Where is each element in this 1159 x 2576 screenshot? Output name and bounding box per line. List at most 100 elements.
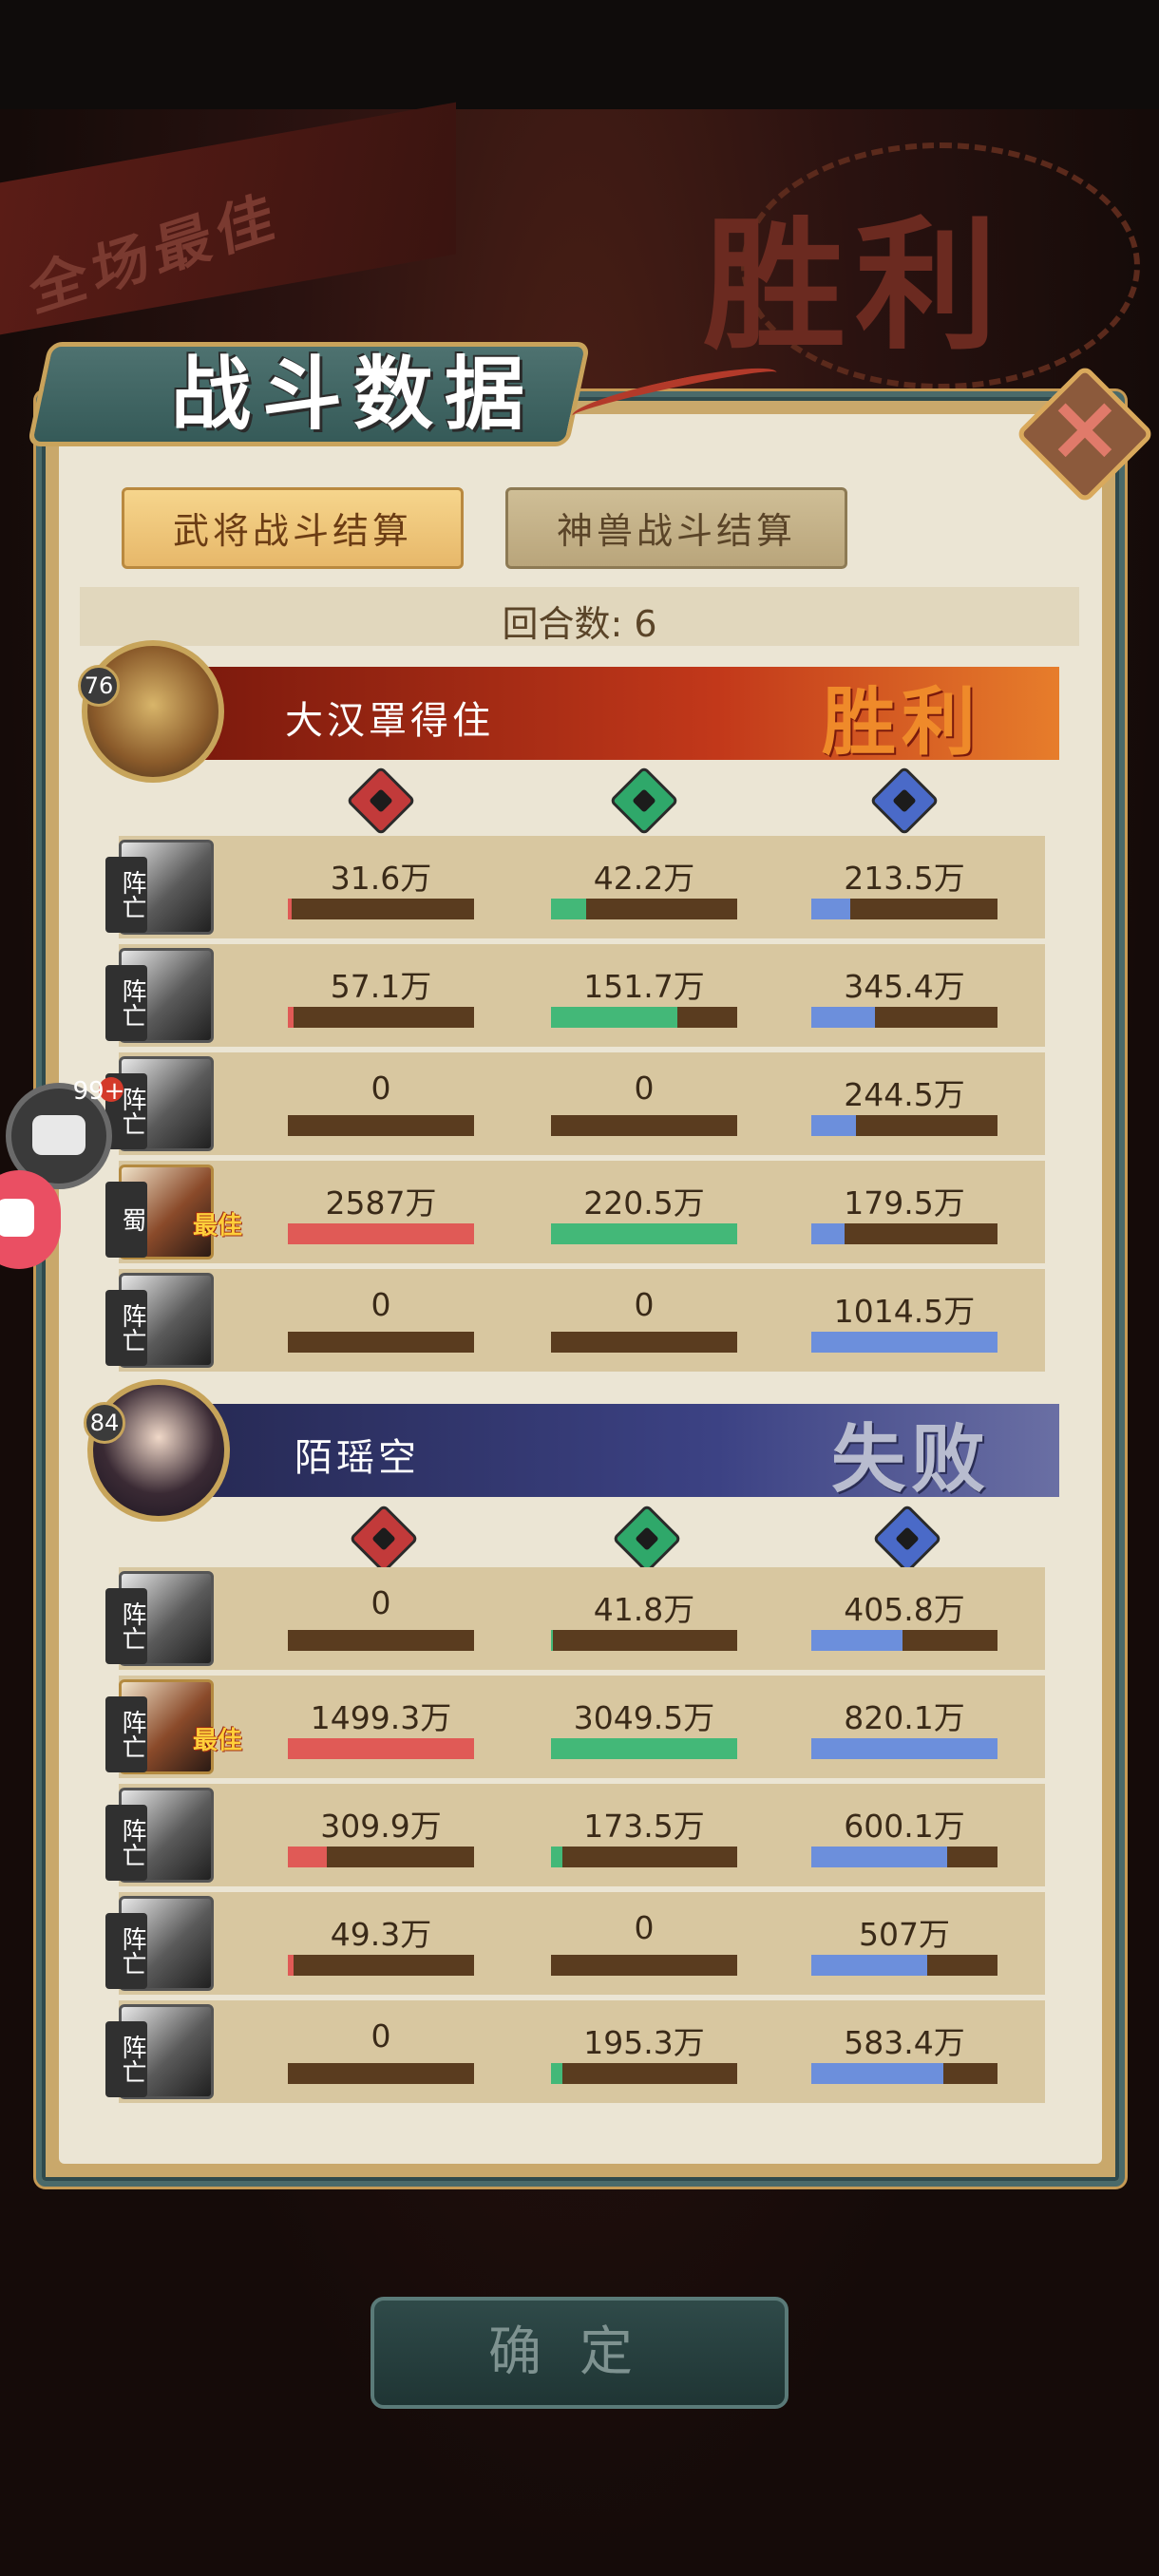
damage-bar bbox=[288, 1223, 474, 1244]
defense-bar bbox=[811, 1847, 998, 1867]
damage-bar-fill bbox=[288, 899, 292, 919]
damage-value: 0 bbox=[370, 1286, 391, 1323]
hero-stat-row: 阵亡 49.3万 0 507万 bbox=[105, 1892, 1045, 1995]
heal-bar bbox=[551, 899, 737, 919]
chat-count: 99+ bbox=[72, 1077, 125, 1106]
team-banner-winner: 大汉罩得住 胜利 bbox=[204, 667, 1059, 766]
hero-stat-row: 蜀 最佳 2587万 220.5万 179.5万 bbox=[105, 1161, 1045, 1263]
hero-stat-row: 阵亡 0 195.3万 583.4万 bbox=[105, 2000, 1045, 2103]
tab-hero-settlement[interactable]: 武将战斗结算 bbox=[122, 487, 464, 569]
team-result: 失败 bbox=[831, 1416, 992, 1503]
hero-status-tag: 阵亡 bbox=[105, 1290, 147, 1366]
hero-stat-row: 阵亡 0 0 244.5万 bbox=[105, 1052, 1045, 1155]
hero-stat-row: 阵亡 309.9万 173.5万 600.1万 bbox=[105, 1784, 1045, 1886]
damage-value: 49.3万 bbox=[330, 1916, 432, 1953]
damage-bar bbox=[288, 1007, 474, 1028]
team-name: 陌瑶空 bbox=[294, 1436, 420, 1480]
heal-bar-fill bbox=[551, 899, 587, 919]
damage-value: 57.1万 bbox=[330, 968, 432, 1005]
defense-value: 583.4万 bbox=[844, 2024, 965, 2061]
defense-bar-fill bbox=[811, 1955, 927, 1976]
defense-bar bbox=[811, 1007, 998, 1028]
team-name: 大汉罩得住 bbox=[285, 699, 494, 743]
defense-bar bbox=[811, 1738, 998, 1759]
defense-value: 405.8万 bbox=[844, 1591, 965, 1628]
heal-bar bbox=[551, 1847, 737, 1867]
defense-bar bbox=[811, 1955, 998, 1976]
status-bar-area bbox=[0, 0, 1159, 109]
defense-value: 820.1万 bbox=[844, 1699, 965, 1736]
defense-bar bbox=[811, 2063, 998, 2084]
page-title: 战斗数据 bbox=[171, 347, 537, 441]
damage-value: 31.6万 bbox=[330, 860, 432, 897]
heal-bar bbox=[551, 1332, 737, 1353]
defense-value: 507万 bbox=[859, 1916, 950, 1953]
damage-bar-fill bbox=[288, 1007, 294, 1028]
heal-bar bbox=[551, 1223, 737, 1244]
level-badge: 84 bbox=[84, 1402, 125, 1444]
damage-value: 0 bbox=[370, 1070, 391, 1107]
heal-bar bbox=[551, 1115, 737, 1136]
team-result: 胜利 bbox=[822, 679, 982, 766]
heal-bar bbox=[551, 1630, 737, 1651]
damage-bar-fill bbox=[288, 1955, 294, 1976]
defense-bar-fill bbox=[811, 1738, 998, 1759]
heal-bar-fill bbox=[551, 1738, 737, 1759]
heal-value: 42.2万 bbox=[593, 860, 695, 897]
rounds-count: 回合数: 6 bbox=[502, 603, 657, 645]
hero-status-tag: 阵亡 bbox=[105, 857, 147, 933]
defense-value: 345.4万 bbox=[844, 968, 965, 1005]
hero-status-tag: 阵亡 bbox=[105, 965, 147, 1041]
damage-bar-fill bbox=[288, 1738, 474, 1759]
damage-bar bbox=[288, 1847, 474, 1867]
bg-victory-text: 胜利 bbox=[703, 202, 1008, 369]
confirm-button[interactable]: 确定 bbox=[370, 2297, 788, 2409]
hero-stat-row: 阵亡 57.1万 151.7万 345.4万 bbox=[105, 944, 1045, 1047]
heal-value: 41.8万 bbox=[593, 1591, 695, 1628]
hero-stat-row: 阵亡 0 41.8万 405.8万 bbox=[105, 1567, 1045, 1670]
defense-value: 213.5万 bbox=[844, 860, 965, 897]
hero-status-tag: 阵亡 bbox=[105, 1588, 147, 1664]
mvp-badge: 最佳 bbox=[193, 1727, 243, 1755]
damage-bar bbox=[288, 1332, 474, 1353]
damage-value: 2587万 bbox=[325, 1184, 437, 1222]
defense-bar-fill bbox=[811, 1630, 903, 1651]
heal-value: 0 bbox=[634, 1909, 655, 1946]
heal-value: 0 bbox=[634, 1286, 655, 1323]
hero-status-tag: 蜀 bbox=[105, 1182, 147, 1258]
damage-bar bbox=[288, 1630, 474, 1651]
level-badge: 76 bbox=[78, 665, 120, 707]
damage-bar-fill bbox=[288, 1847, 328, 1867]
heal-value: 195.3万 bbox=[583, 2024, 705, 2061]
hero-status-tag: 阵亡 bbox=[105, 1696, 147, 1772]
assistant-icon bbox=[0, 1199, 34, 1237]
defense-value: 244.5万 bbox=[844, 1076, 965, 1113]
tab-beast-settlement[interactable]: 神兽战斗结算 bbox=[505, 487, 847, 569]
damage-value: 0 bbox=[370, 1584, 391, 1621]
defense-bar-fill bbox=[811, 899, 851, 919]
heal-bar bbox=[551, 1955, 737, 1976]
team-banner-loser: 陌瑶空 失败 bbox=[204, 1404, 1059, 1503]
damage-bar-fill bbox=[288, 1223, 474, 1244]
defense-bar-fill bbox=[811, 1223, 846, 1244]
defense-value: 600.1万 bbox=[844, 1808, 965, 1845]
heal-bar-fill bbox=[551, 1630, 553, 1651]
defense-bar-fill bbox=[811, 1007, 875, 1028]
heal-bar bbox=[551, 1007, 737, 1028]
defense-bar-fill bbox=[811, 1115, 857, 1136]
heal-bar-fill bbox=[551, 2063, 562, 2084]
chat-icon bbox=[32, 1115, 86, 1155]
mvp-badge: 最佳 bbox=[193, 1212, 243, 1241]
damage-bar bbox=[288, 1955, 474, 1976]
heal-value: 0 bbox=[634, 1070, 655, 1107]
heal-value: 220.5万 bbox=[583, 1184, 705, 1222]
heal-value: 151.7万 bbox=[583, 968, 705, 1005]
defense-bar-fill bbox=[811, 1847, 948, 1867]
heal-bar bbox=[551, 1738, 737, 1759]
damage-bar bbox=[288, 1115, 474, 1136]
damage-value: 1499.3万 bbox=[310, 1699, 452, 1736]
defense-bar bbox=[811, 899, 998, 919]
heal-value: 3049.5万 bbox=[573, 1699, 715, 1736]
defense-bar-fill bbox=[811, 2063, 944, 2084]
defense-bar bbox=[811, 1332, 998, 1353]
